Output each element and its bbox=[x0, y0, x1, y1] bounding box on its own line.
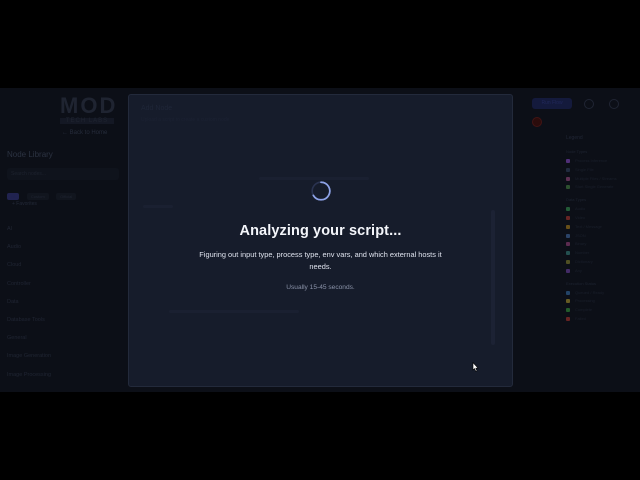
mouse-pointer-icon bbox=[472, 362, 479, 372]
modal-subtitle: Upload a script to create a custom node bbox=[141, 117, 230, 123]
analyzing-duration-note: Usually 15-45 seconds. bbox=[286, 284, 355, 291]
analyzing-overlay: Analyzing your script... Figuring out in… bbox=[129, 180, 512, 291]
add-node-modal: Add Node Upload a script to create a cus… bbox=[128, 94, 513, 387]
modal-title: Add Node bbox=[141, 105, 173, 112]
loading-spinner-icon bbox=[310, 181, 331, 201]
analyzing-description: Figuring out input type, process type, e… bbox=[199, 250, 442, 271]
analyzing-title: Analyzing your script... bbox=[239, 223, 402, 239]
ghost-line bbox=[169, 310, 299, 313]
